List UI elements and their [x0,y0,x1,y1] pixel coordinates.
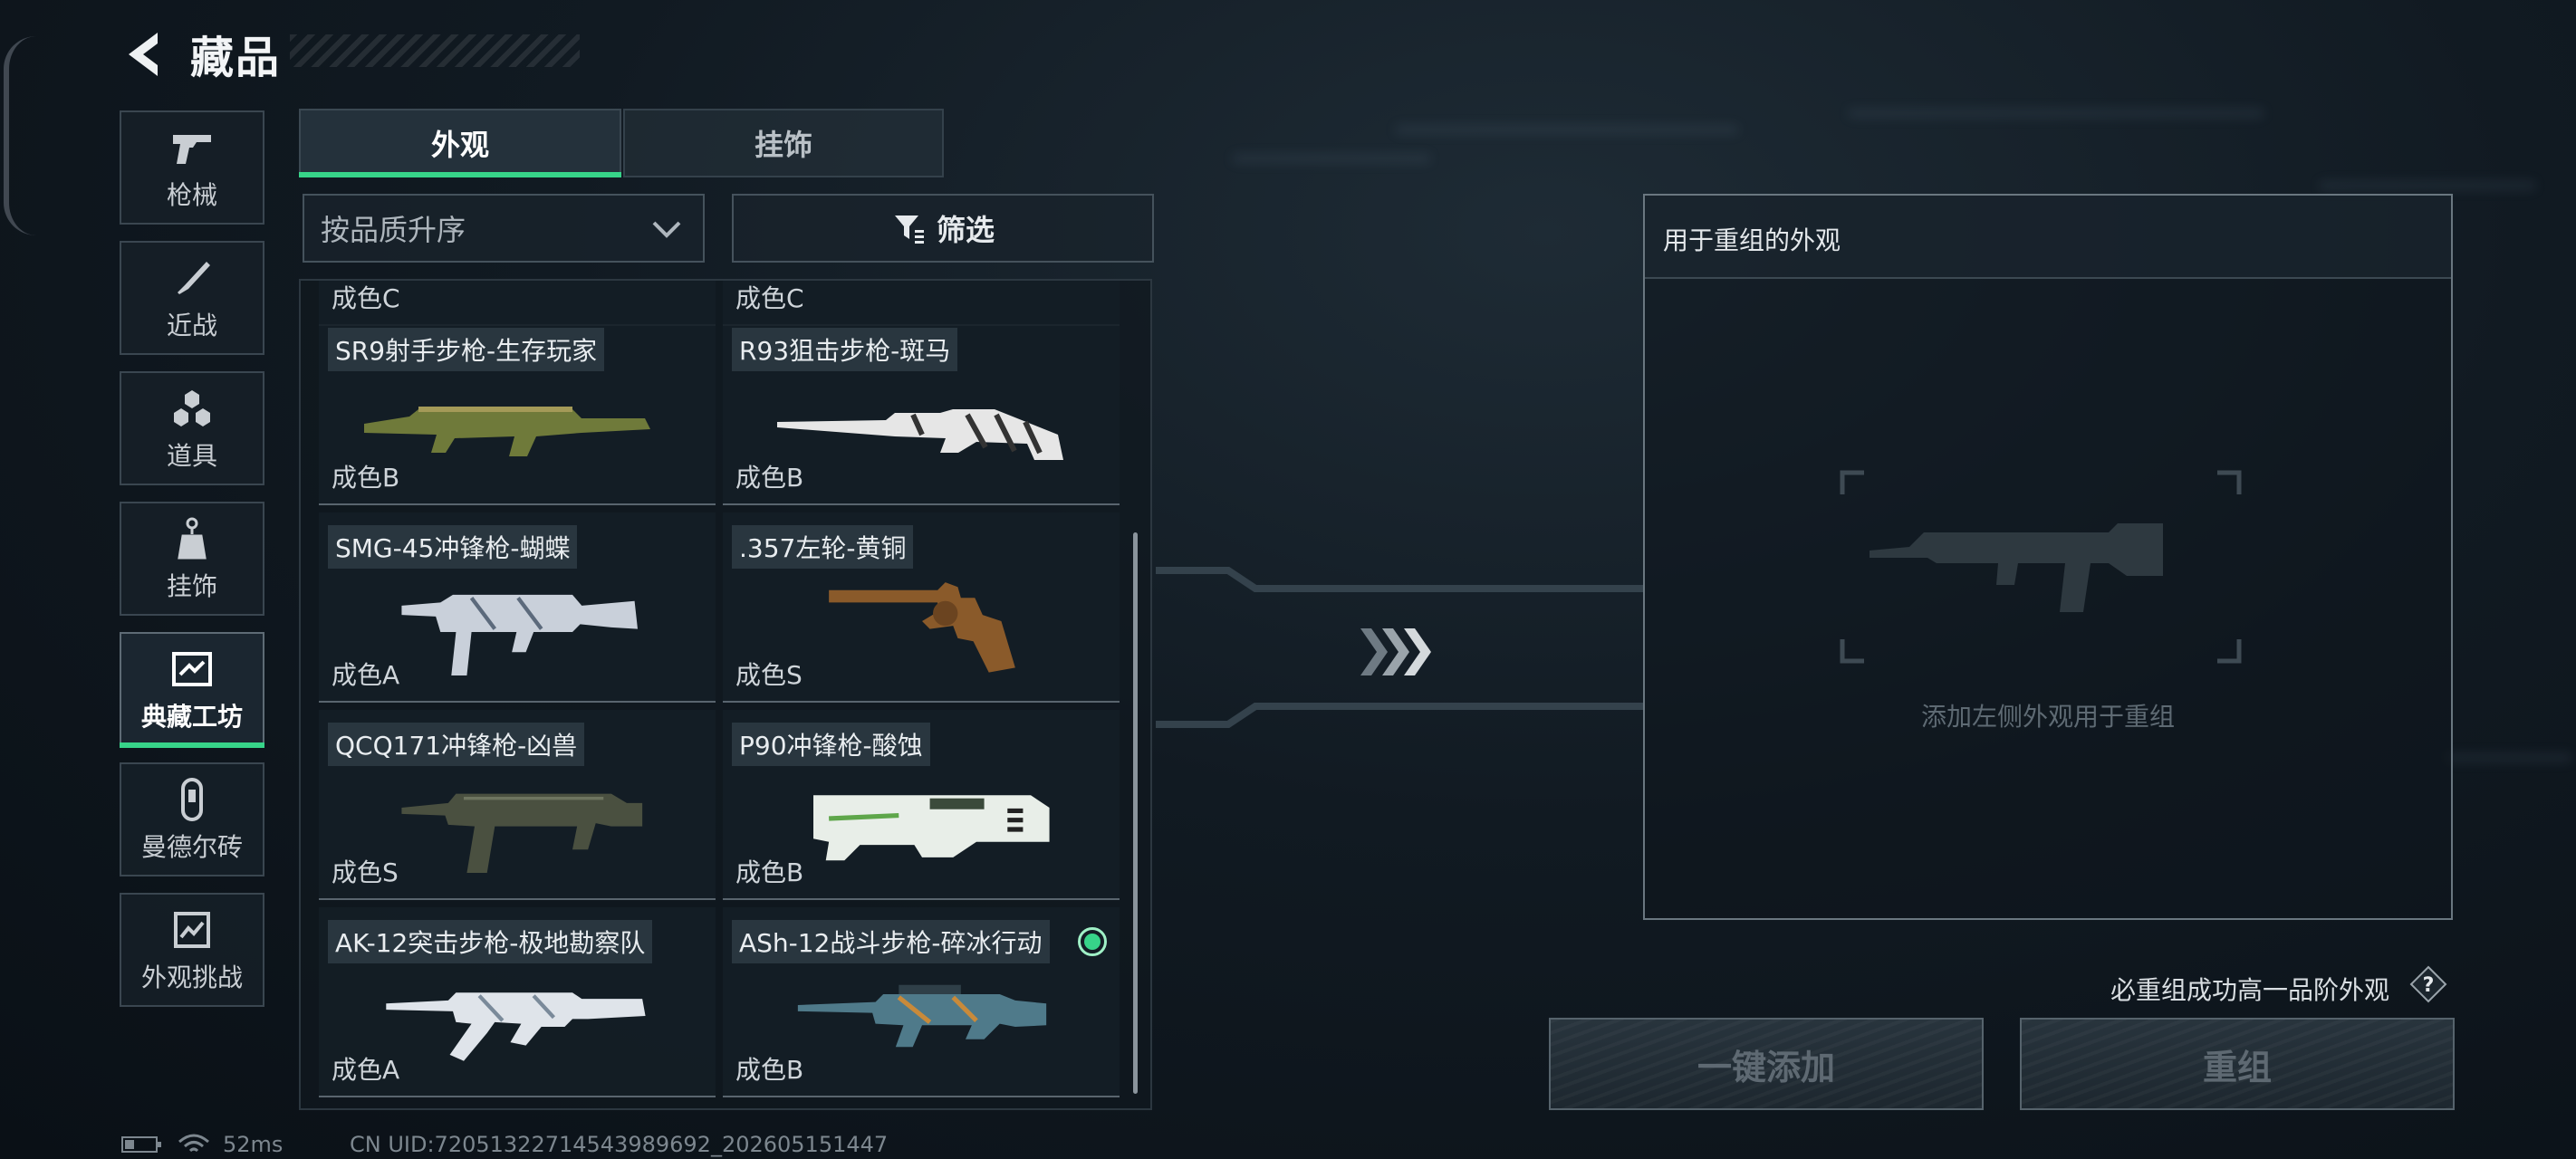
add-all-button[interactable]: 一键添加 [1549,1018,1984,1110]
panel-title: 用于重组的外观 [1663,225,1841,255]
list-item[interactable]: QCQ171冲锋枪-凶兽 成色S [319,710,716,900]
recombine-label: 重组 [2202,1047,2272,1087]
guarantee-text: 必重组成功高一品阶外观 [2110,975,2390,1005]
workshop-icon [168,645,216,694]
nav-item-guns[interactable]: 枪械 [120,110,264,225]
nav-item-melee[interactable]: 近战 [120,241,264,355]
panel-hint: 添加左侧外观用于重组 [1920,702,2175,732]
nav-item-items[interactable]: 道具 [120,371,264,485]
uid-text: CN UID:720513227145439896​92_20260515144… [350,1132,889,1157]
tab-appearance[interactable]: 外观 [299,109,621,177]
list-item[interactable]: P90冲锋枪-酸蚀 成色B [723,710,1120,900]
sort-dropdown[interactable]: 按品质升序 [303,194,705,263]
grade-label: 成色A [332,1055,400,1085]
nav-label: 曼德尔砖 [140,832,243,862]
nav-label: 典藏工坊 [140,702,243,732]
knife-icon [168,254,216,302]
list-scrollbar[interactable] [1133,532,1138,1094]
skin-name: ASh-12战斗步枪-碎冰行动 [732,920,1050,963]
title-stripes [290,34,580,67]
panel-header: 用于重组的外观 [1645,196,2451,279]
add-all-label: 一键添加 [1697,1047,1835,1087]
nav-item-brick[interactable]: 曼德尔砖 [120,762,264,876]
grade-label: 成色S [735,660,803,690]
skin-name: SR9射手步枪-生存玩家 [328,328,605,371]
ash12-image [797,984,1047,1048]
brick-icon [168,775,216,824]
skin-list[interactable]: 成色C 成色C SR9射手步枪-生存玩家 成色B R93狙击步枪-斑马 成色B … [299,279,1152,1110]
filter-button[interactable]: 筛选 [732,194,1154,263]
back-arrow-icon[interactable] [118,27,172,81]
grade-label: 成色A [332,660,400,690]
list-item[interactable]: AK-12突击步枪-极地勘察队 成色A [319,907,716,1097]
skin-name: R93狙击步枪-斑马 [732,328,958,371]
skin-name: QCQ171冲锋枪-凶兽 [328,723,585,766]
ak-image [386,992,646,1061]
list-item[interactable]: ASh-12战斗步枪-碎冰行动 成色B [723,907,1120,1097]
page-title: 藏品 [190,33,282,83]
list-item[interactable]: .357左轮-黄铜 成色S [723,512,1120,703]
nav-label: 枪械 [166,180,217,210]
nav-label: 外观挑战 [140,963,243,992]
chevron-down-icon [652,221,681,238]
smg-image [401,594,638,675]
svg-text:?: ? [2423,974,2435,997]
items-icon [168,384,216,433]
triple-chevron-icon [1360,628,1431,675]
grade-label: 成色C [332,283,400,313]
skin-name: P90冲锋枪-酸蚀 [732,723,930,766]
grade-label: 成色B [735,463,804,493]
edge-decoration [4,36,36,235]
ping-text: 52ms [223,1132,284,1157]
skin-name: .357左轮-黄铜 [732,525,914,569]
list-item[interactable]: R93狙击步枪-斑马 成色B [723,315,1120,505]
charm-icon [168,514,216,563]
nav-active-indicator [120,742,264,748]
nav-label: 道具 [166,441,217,471]
grade-label: 成色B [735,857,804,887]
recombine-button[interactable]: 重组 [2020,1018,2455,1110]
battery-icon [121,1136,161,1153]
status-bar: 52ms [121,1132,283,1157]
nav-item-workshop[interactable]: 典藏工坊 [120,632,264,746]
smg-image [401,793,643,873]
sort-label: 按品质升序 [321,213,466,247]
tab-active-indicator [299,172,621,177]
rifle-image [364,407,650,456]
challenge-icon [168,905,216,954]
grade-label: 成色B [332,463,400,493]
skin-name: SMG-45冲锋枪-蝴蝶 [328,525,578,569]
nav-label: 近战 [166,311,217,340]
nav-item-challenge[interactable]: 外观挑战 [120,893,264,1007]
list-item[interactable]: SR9射手步枪-生存玩家 成色B [319,315,716,505]
wifi-icon [178,1134,209,1153]
selected-indicator-icon [1078,927,1107,956]
nav-item-charms[interactable]: 挂饰 [120,502,264,616]
filter-label: 筛选 [936,213,995,247]
grade-label: 成色B [735,1055,804,1085]
help-icon[interactable]: ? [2409,965,2447,1003]
skin-name: AK-12突击步枪-极地勘察队 [328,920,653,963]
gun-icon [168,123,216,172]
revolver-image [829,582,1015,673]
grade-label: 成色C [735,283,804,313]
tab-charms[interactable]: 挂饰 [623,109,944,177]
p90-image [813,795,1050,861]
filter-icon [894,216,924,244]
recombine-panel: 用于重组的外观 添加左侧外观用于重组 [1643,194,2453,920]
nav-label: 挂饰 [166,571,217,601]
list-item[interactable]: SMG-45冲锋枪-蝴蝶 成色A [319,512,716,703]
empty-slot-rifle-icon[interactable] [1837,467,2244,666]
sniper-image [777,409,1063,460]
grade-label: 成色S [332,857,399,887]
